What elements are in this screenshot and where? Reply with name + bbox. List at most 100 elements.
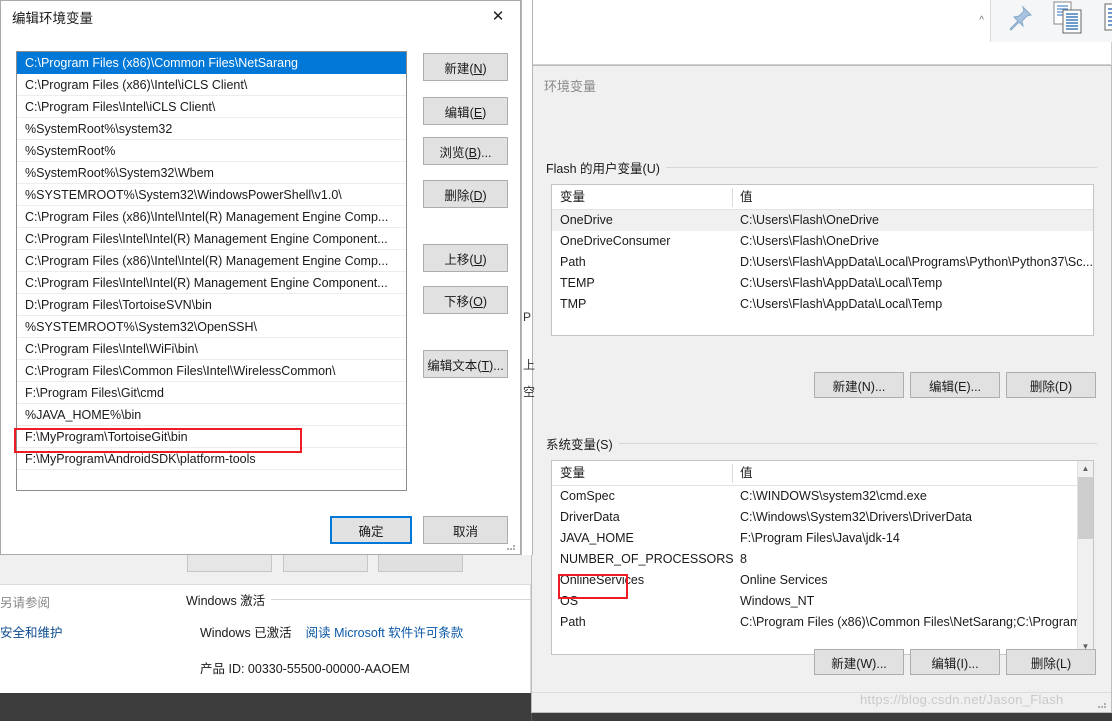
browse-path-button[interactable]: 浏览(B)... <box>423 137 508 165</box>
system-new-label: 新建(W)... <box>831 656 887 671</box>
chevron-up-icon[interactable]: ^ <box>979 15 984 26</box>
path-list-item[interactable]: F:\Program Files\Git\cmd <box>17 382 406 404</box>
table-row[interactable]: DriverData C:\Windows\System32\Drivers\Dr… <box>552 507 1093 528</box>
license-terms-link[interactable]: 阅读 Microsoft 软件许可条款 <box>306 626 464 640</box>
table-row[interactable]: Path D:\Users\Flash\AppData\Local\Program… <box>552 252 1093 273</box>
system-variables-section: 系统变量(S) <box>546 434 1097 453</box>
variable-value: F:\Program Files\Java\jdk-14 <box>740 531 900 545</box>
close-icon[interactable]: ✕ <box>476 1 520 31</box>
edit-text-label-accel: T <box>481 358 490 373</box>
table-row[interactable]: OneDriveConsumer C:\Users\Flash\OneDrive <box>552 231 1093 252</box>
path-list-item[interactable]: D:\Program Files\TortoiseSVN\bin <box>17 294 406 316</box>
copy-icon[interactable] <box>1052 1 1084 35</box>
user-variables-legend: Flash 的用户变量(U) <box>546 158 1097 177</box>
edit-text-label: 编辑文本(T)... <box>427 358 504 373</box>
user-edit-button[interactable]: 编辑(E)... <box>910 372 1000 398</box>
variable-name: Path <box>560 255 586 269</box>
envvars-resize-grip[interactable] <box>1096 698 1108 710</box>
variable-name: OS <box>560 594 579 608</box>
move-up-button[interactable]: 上移(U) <box>423 244 508 272</box>
edit-text-button[interactable]: 编辑文本(T)... <box>423 350 508 378</box>
activation-body: Windows 已激活 阅读 Microsoft 软件许可条款 产品 ID: 0… <box>186 609 531 677</box>
system-variables-legend-text: 系统变量(S) <box>546 438 613 452</box>
system-variables-grid[interactable]: 变量 值 ComSpec C:\WINDOWS\system32\cmd.exe D… <box>551 460 1094 655</box>
user-new-button[interactable]: 新建(N)... <box>814 372 904 398</box>
path-entries-list[interactable]: C:\Program Files (x86)\Common Files\NetS… <box>16 51 407 491</box>
edit-path-button[interactable]: 编辑(E) <box>423 97 508 125</box>
user-col-name[interactable]: 变量 <box>552 185 732 210</box>
path-list-item[interactable]: %JAVA_HOME%\bin <box>17 404 406 426</box>
variable-name: TMP <box>560 297 587 311</box>
edit-dialog-cancel-button[interactable]: 取消 <box>423 516 508 544</box>
system-edit-label: 编辑(I)... <box>931 656 979 671</box>
system-delete-button[interactable]: 删除(L) <box>1006 649 1096 675</box>
paste-icon[interactable] <box>1103 1 1112 35</box>
table-row[interactable]: Path C:\Program Files (x86)\Common Files\… <box>552 612 1093 633</box>
system-variables-rule <box>618 443 1097 444</box>
path-list-item[interactable]: %SystemRoot%\system32 <box>17 118 406 140</box>
delete-path-button[interactable]: 删除(D) <box>423 180 508 208</box>
user-new-label: 新建(N)... <box>832 379 886 394</box>
variable-name: ComSpec <box>560 489 615 503</box>
path-list-item[interactable]: C:\Program Files\Intel\WiFi\bin\ <box>17 338 406 360</box>
system-col-value[interactable]: 值 <box>732 461 1072 486</box>
system-grid-scrollbar[interactable]: ▲ ▼ <box>1077 461 1093 654</box>
system-col-name[interactable]: 变量 <box>552 461 732 486</box>
activation-legend-text: Windows 激活 <box>186 594 266 608</box>
edit-dialog-title: 编辑环境变量 <box>12 11 93 26</box>
system-grid-scroll-thumb[interactable] <box>1078 477 1093 539</box>
pin-icon[interactable] <box>1005 3 1035 33</box>
system-variables-legend: 系统变量(S) <box>546 434 1097 453</box>
variable-value: C:\Users\Flash\OneDrive <box>740 234 879 248</box>
edit-dialog-ok-button[interactable]: 确定 <box>330 516 412 544</box>
browse-path-label: 浏览(B)... <box>439 145 492 160</box>
path-list-item[interactable]: C:\Program Files (x86)\Intel\Intel(R) Ma… <box>17 250 406 272</box>
path-list-item[interactable]: C:\Program Files\Intel\iCLS Client\ <box>17 96 406 118</box>
user-variables-legend-text: Flash 的用户变量(U) <box>546 162 660 176</box>
system-delete-label: 删除(L) <box>1030 656 1072 671</box>
scroll-up-arrow-icon[interactable]: ▲ <box>1078 464 1093 473</box>
edit-dialog-resize-grip[interactable] <box>505 540 517 552</box>
path-list-item[interactable]: C:\Program Files (x86)\Intel\Intel(R) Ma… <box>17 206 406 228</box>
variable-value: C:\Program Files (x86)\Common Files\NetS… <box>740 615 1094 629</box>
path-list-item[interactable] <box>17 470 406 490</box>
path-list-item[interactable]: C:\Program Files (x86)\Intel\iCLS Client… <box>17 74 406 96</box>
path-list-item[interactable]: C:\Program Files\Intel\Intel(R) Manageme… <box>17 272 406 294</box>
user-variables-header: 变量 值 <box>552 185 1093 210</box>
variable-value: Windows_NT <box>740 594 815 608</box>
table-row[interactable]: OnlineServices Online Services <box>552 570 1093 591</box>
table-row[interactable]: ComSpec C:\WINDOWS\system32\cmd.exe <box>552 486 1093 507</box>
path-list-item[interactable]: F:\MyProgram\AndroidSDK\platform-tools <box>17 448 406 470</box>
table-row[interactable]: TMP C:\Users\Flash\AppData\Local\Temp <box>552 294 1093 315</box>
move-down-button[interactable]: 下移(O) <box>423 286 508 314</box>
path-list-item[interactable]: C:\Program Files\Common Files\Intel\Wire… <box>17 360 406 382</box>
system-new-button[interactable]: 新建(W)... <box>814 649 904 675</box>
peek-text-2: 上 <box>523 358 536 372</box>
path-list-item[interactable]: F:\MyProgram\TortoiseGit\bin <box>17 426 406 448</box>
security-maintenance-link[interactable]: 安全和维护 <box>0 618 120 648</box>
path-list-item[interactable]: C:\Program Files (x86)\Common Files\NetS… <box>17 52 406 74</box>
user-variables-grid[interactable]: 变量 值 OneDrive C:\Users\Flash\OneDrive OneD… <box>551 184 1094 336</box>
new-path-label-accel: N <box>473 61 483 76</box>
activation-status: Windows 已激活 <box>200 626 292 640</box>
user-delete-label: 删除(D) <box>1029 379 1073 394</box>
explorer-ribbon <box>990 0 1112 42</box>
path-list-item[interactable]: %SYSTEMROOT%\System32\OpenSSH\ <box>17 316 406 338</box>
system-edit-button[interactable]: 编辑(I)... <box>910 649 1000 675</box>
path-list-item[interactable]: %SYSTEMROOT%\System32\WindowsPowerShell\… <box>17 184 406 206</box>
move-up-label: 上移(U) <box>444 252 487 267</box>
user-delete-button[interactable]: 删除(D) <box>1006 372 1096 398</box>
user-col-value[interactable]: 值 <box>732 185 1072 210</box>
path-list-item[interactable]: C:\Program Files\Intel\Intel(R) Manageme… <box>17 228 406 250</box>
environment-variables-title: 环境变量 <box>544 79 597 94</box>
table-row[interactable]: TEMP C:\Users\Flash\AppData\Local\Temp <box>552 273 1093 294</box>
variable-value: C:\Users\Flash\OneDrive <box>740 213 879 227</box>
table-row[interactable]: NUMBER_OF_PROCESSORS 8 <box>552 549 1093 570</box>
path-list-item[interactable]: %SystemRoot% <box>17 140 406 162</box>
table-row[interactable]: OS Windows_NT <box>552 591 1093 612</box>
path-list-item[interactable]: %SystemRoot%\System32\Wbem <box>17 162 406 184</box>
explorer-window: ^ 文件 主页 <box>531 0 1112 65</box>
table-row[interactable]: OneDrive C:\Users\Flash\OneDrive <box>552 210 1093 231</box>
table-row[interactable]: JAVA_HOME F:\Program Files\Java\jdk-14 <box>552 528 1093 549</box>
new-path-button[interactable]: 新建(N) <box>423 53 508 81</box>
